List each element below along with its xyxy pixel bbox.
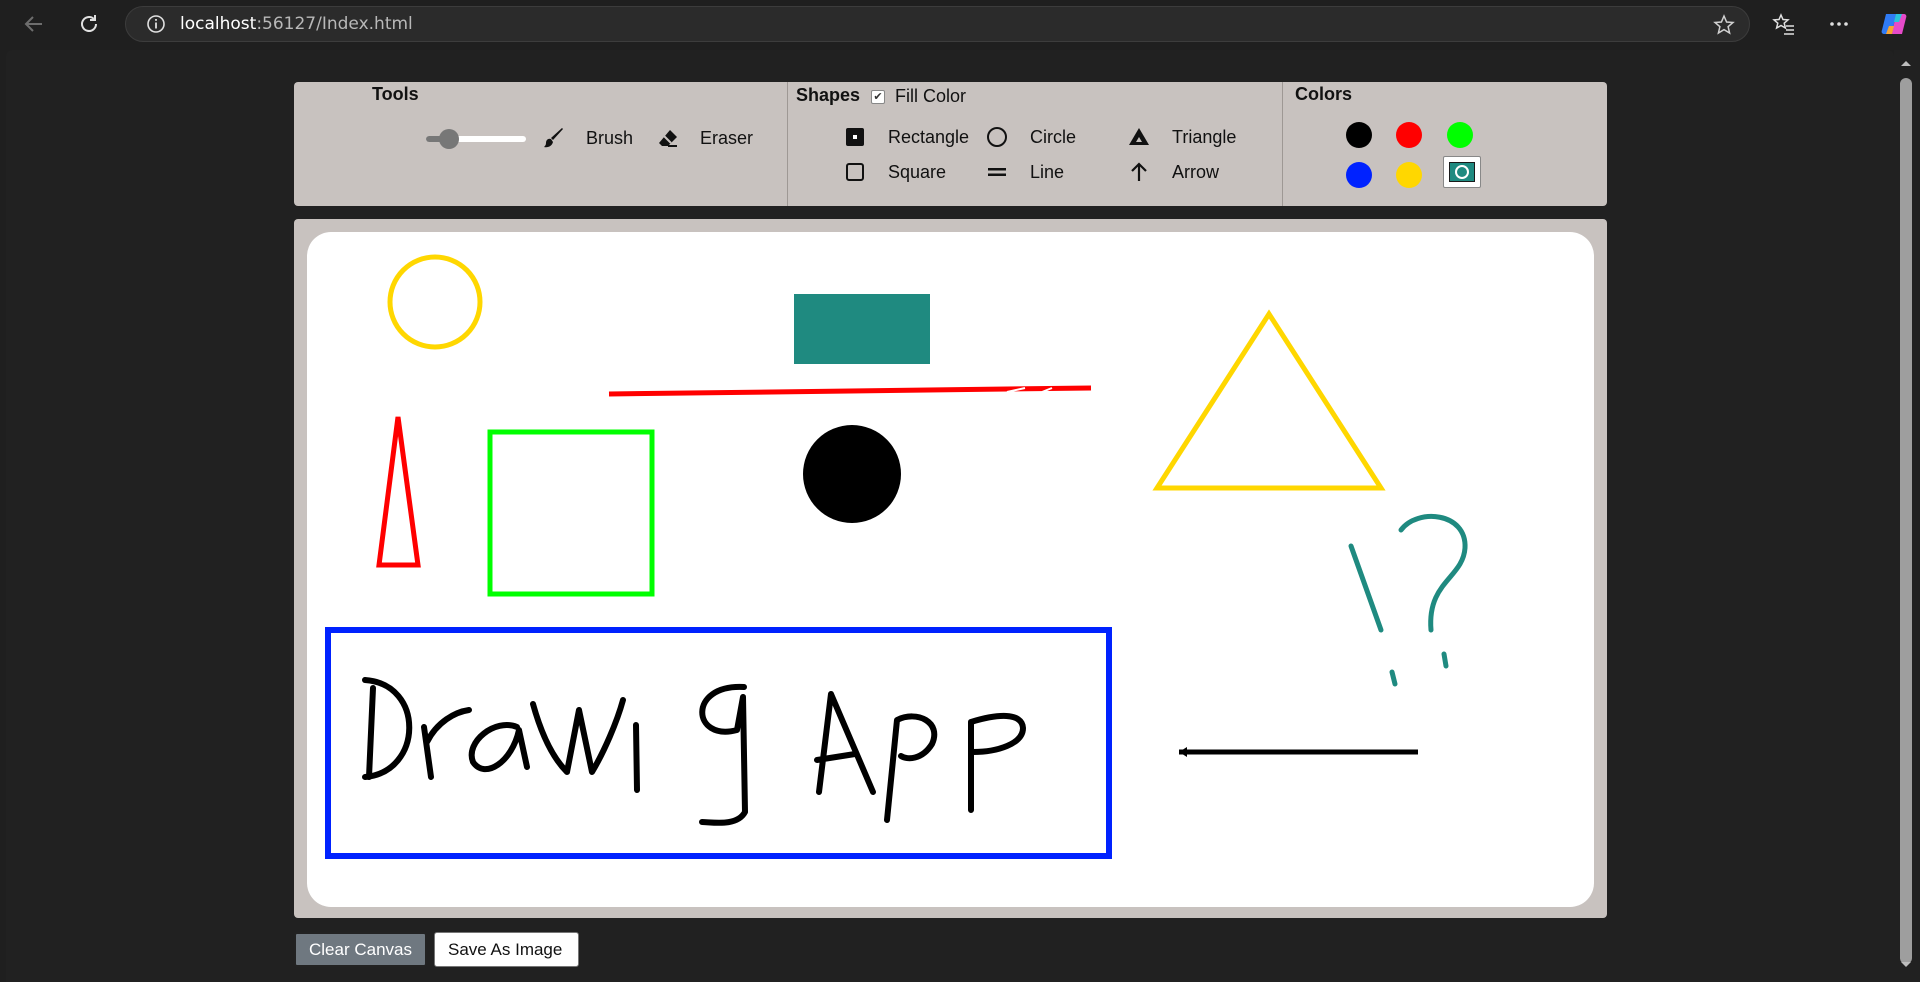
handwritten-text-strokes [362,677,1026,826]
circle-icon [986,126,1008,148]
reload-icon [81,15,97,32]
copilot-button[interactable] [1878,8,1910,40]
more-dots-icon [1830,22,1848,26]
filled-square-icon [844,126,866,148]
drawn-teal-exclamation [1348,543,1384,633]
shape-rectangle[interactable]: Rectangle [844,122,969,152]
browser-toolbar: localhost:56127/Index.html [0,0,1920,48]
color-swatch-blue[interactable] [1346,162,1372,188]
fill-color-label: Fill Color [895,86,967,106]
tools-section: Tools Brush Eraser [294,82,788,206]
copilot-icon [1881,14,1907,34]
colors-section: Colors [1283,82,1607,206]
scroll-down-arrow-icon[interactable] [1899,960,1913,970]
brush-icon [542,126,566,150]
line-icon [986,161,1008,183]
color-swatch-black[interactable] [1346,122,1372,148]
tools-title: Tools [372,84,419,104]
url-text: localhost:56127/Index.html [180,14,413,34]
eraser-tool[interactable]: Eraser [656,122,753,154]
drawing-toolbar: Tools Brush Eraser Shapes ✔ Fill Color R… [294,82,1607,206]
arrow-up-icon [1128,161,1150,183]
back-arrow-icon [24,16,42,32]
drawn-green-square [487,429,655,597]
fill-color-checkbox[interactable]: ✔ Fill Color [871,86,966,107]
drawn-teal-dots [1389,651,1449,687]
square-label: Square [888,161,947,182]
info-icon[interactable] [146,14,166,34]
colors-title: Colors [1295,84,1353,104]
drawn-black-circle [803,425,901,523]
rectangle-label: Rectangle [888,126,970,147]
color-swatch-red[interactable] [1396,122,1422,148]
brush-size-slider[interactable] [426,129,526,149]
shapes-section: Shapes ✔ Fill Color Rectangle Circle Tri… [788,82,1283,206]
eraser-icon [656,126,680,150]
scroll-up-arrow-icon[interactable] [1899,58,1913,68]
shape-arrow[interactable]: Arrow [1128,157,1219,187]
back-button[interactable] [18,8,50,40]
drawn-teal-rectangle [794,294,930,364]
square-icon [844,161,866,183]
custom-color-preview [1449,162,1475,182]
slider-knob[interactable] [439,129,459,149]
drawing-canvas[interactable] [307,232,1594,907]
arrow-label: Arrow [1172,161,1220,182]
circle-label: Circle [1030,126,1077,147]
drawn-red-triangle [376,416,421,568]
shape-line[interactable]: Line [986,157,1064,187]
triangle-icon [1128,126,1150,148]
triangle-label: Triangle [1172,126,1237,147]
line-label: Line [1030,161,1065,182]
shape-square[interactable]: Square [844,157,946,187]
canvas-container [294,219,1607,918]
drawn-teal-question [1398,514,1468,633]
scrollbar-thumb[interactable] [1900,78,1912,964]
color-swatch-yellow[interactable] [1396,162,1422,188]
shape-triangle[interactable]: Triangle [1128,122,1236,152]
brush-label: Brush [586,127,634,148]
checkbox-checked-icon[interactable]: ✔ [871,89,885,104]
custom-color-picker[interactable] [1443,156,1481,188]
shapes-title: Shapes [796,85,861,105]
save-as-image-button[interactable]: Save As Image [434,932,579,967]
more-menu-button[interactable] [1823,8,1855,40]
favorite-star-icon[interactable] [1713,14,1735,36]
color-swatch-green[interactable] [1447,122,1473,148]
clear-canvas-button[interactable]: Clear Canvas [294,932,427,967]
brush-tool[interactable]: Brush [542,122,633,154]
reload-button[interactable] [73,8,105,40]
eraser-label: Eraser [700,127,754,148]
favorites-list-icon [1772,13,1794,35]
canvas-drawing [325,254,1468,859]
color-picker-icon [1455,165,1469,179]
drawn-yellow-circle [387,254,483,350]
shape-circle[interactable]: Circle [986,122,1076,152]
drawn-yellow-triangle [1152,309,1386,491]
favorites-button[interactable] [1768,8,1800,40]
arrow-head [1179,747,1187,757]
address-bar[interactable]: localhost:56127/Index.html [125,6,1750,42]
